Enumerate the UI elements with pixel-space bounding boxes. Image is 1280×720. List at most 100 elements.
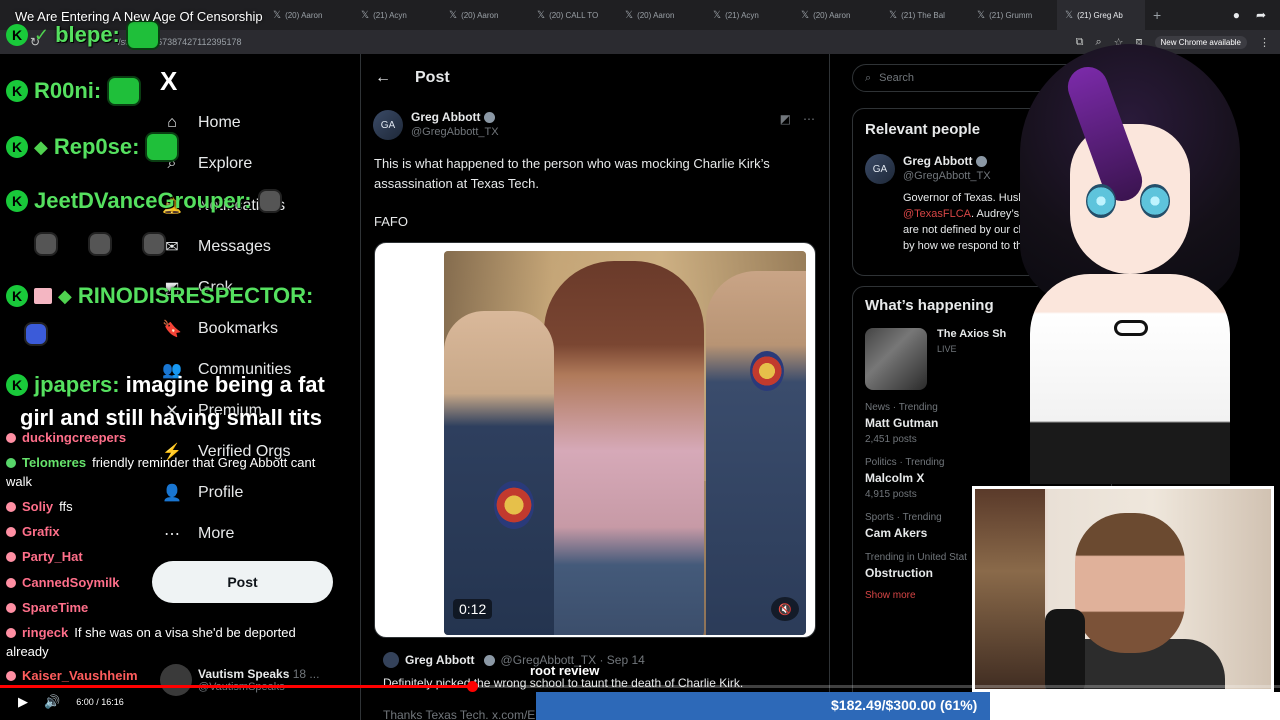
emote-icon bbox=[24, 322, 48, 346]
emote-icon bbox=[34, 232, 58, 256]
chat-message: SpareTime bbox=[6, 600, 88, 615]
chat-message: walk bbox=[6, 474, 33, 489]
avatar[interactable] bbox=[383, 652, 399, 668]
search-icon: ⌕ bbox=[865, 71, 872, 84]
browser-tab[interactable]: 𝕏 (20) Aaron bbox=[265, 0, 353, 30]
chat-message: Kjpapers: imagine being a fat bbox=[6, 372, 325, 398]
post-button[interactable]: Post bbox=[152, 561, 333, 603]
kick-badge-icon: K bbox=[6, 136, 28, 158]
browser-tab[interactable]: 𝕏 (21) The Bal bbox=[881, 0, 969, 30]
mute-icon[interactable]: 🔇 bbox=[771, 597, 799, 621]
checkmark-badge-icon: ✓ bbox=[34, 24, 50, 45]
gift-badge-icon bbox=[34, 288, 52, 304]
chat-message: K ◆ Rep0se: bbox=[6, 132, 180, 162]
avatar[interactable]: GA bbox=[373, 110, 403, 140]
x-logo-icon: 𝕏 bbox=[977, 9, 986, 21]
verified-badge-icon bbox=[483, 654, 495, 666]
back-arrow-icon[interactable]: ← bbox=[375, 69, 391, 87]
volume-icon[interactable]: 🔊 bbox=[44, 694, 60, 710]
more-options-icon[interactable]: ⋯ bbox=[803, 112, 815, 126]
donation-goal-text: $182.49/$300.00 (61%) bbox=[831, 697, 978, 713]
donation-goal-bar: $182.49/$300.00 (61%) bbox=[536, 692, 1280, 720]
stream-title: We Are Entering A New Age Of Censorship bbox=[15, 9, 263, 24]
emote-icon bbox=[142, 232, 166, 256]
kick-badge-icon: K bbox=[6, 374, 28, 396]
chat-message: Grafix bbox=[6, 524, 60, 539]
emote-icon bbox=[88, 232, 112, 256]
chat-message: Kaiser_Vaushheim bbox=[6, 668, 138, 683]
new-tab-icon[interactable]: + bbox=[1145, 7, 1169, 23]
x-logo-icon: 𝕏 bbox=[713, 9, 722, 21]
verified-badge-icon bbox=[483, 112, 495, 124]
video-frame[interactable] bbox=[444, 251, 806, 635]
browser-tab[interactable]: 𝕏 (20) Aaron bbox=[793, 0, 881, 30]
streamer-face bbox=[1075, 513, 1185, 653]
x-logo-icon: 𝕏 bbox=[537, 9, 546, 21]
post-author[interactable]: GA Greg Abbott @GregAbbott_TX bbox=[373, 110, 499, 140]
scrubber-handle[interactable] bbox=[467, 681, 479, 692]
x-logo-icon: 𝕏 bbox=[801, 9, 810, 21]
x-logo-icon: 𝕏 bbox=[273, 9, 282, 21]
author-name[interactable]: Greg Abbott bbox=[411, 110, 481, 124]
more-icon: ⋯ bbox=[164, 526, 180, 543]
nav-bookmarks[interactable]: 🔖 Bookmarks bbox=[162, 319, 278, 339]
vtuber-avatar bbox=[990, 34, 1270, 484]
reply-author-name[interactable]: Greg Abbott bbox=[405, 653, 475, 667]
chat-message: K ◆ RINODISRESPECTOR: bbox=[6, 283, 313, 309]
post-text: This is what happened to the person who … bbox=[374, 156, 770, 191]
nav-more[interactable]: ⋯ More bbox=[162, 524, 234, 544]
playback-time: 6:00 / 16:16 bbox=[76, 697, 124, 707]
ribbon-icon bbox=[1114, 320, 1148, 336]
chat-message: Soliy ffs bbox=[6, 499, 73, 514]
share-icon[interactable]: ➦ bbox=[1256, 8, 1266, 22]
verified-badge-icon bbox=[975, 156, 987, 168]
trend-thumbnail bbox=[865, 328, 927, 390]
webcam-feed bbox=[972, 486, 1274, 692]
chat-message: Telomeres friendly reminder that Greg Abb… bbox=[6, 455, 315, 470]
page-title: Post bbox=[415, 69, 450, 86]
stream-caption: root review bbox=[530, 663, 600, 678]
author-handle[interactable]: @GregAbbott_TX bbox=[411, 126, 499, 138]
x-logo-icon: 𝕏 bbox=[449, 9, 458, 21]
bio-link[interactable]: @TexasFLCA bbox=[903, 208, 971, 220]
browser-tab[interactable]: 𝕏 (21) Acyn bbox=[705, 0, 793, 30]
nav-profile[interactable]: 👤 Profile bbox=[162, 483, 243, 503]
emote-icon bbox=[125, 20, 160, 50]
x-logo[interactable]: X bbox=[160, 66, 177, 97]
browser-tab[interactable]: 𝕏 (20) CALL TO bbox=[529, 0, 617, 30]
nav-home[interactable]: ⌂ Home bbox=[162, 114, 241, 132]
home-icon: ⌂ bbox=[167, 114, 177, 131]
play-icon[interactable]: ▶ bbox=[18, 694, 28, 710]
kick-badge-icon: K bbox=[6, 285, 28, 307]
chat-message: K R00ni: bbox=[6, 76, 142, 106]
post-column: ← Post GA Greg Abbott @GregAbbott_TX ◩ ⋯… bbox=[360, 54, 830, 720]
playback-progress[interactable] bbox=[0, 681, 1280, 692]
browser-tab[interactable]: 𝕏 (20) Aaron bbox=[617, 0, 705, 30]
browser-tab[interactable]: 𝕏 (21) Acyn bbox=[353, 0, 441, 30]
eye-icon bbox=[1086, 184, 1116, 218]
chat-message: CannedSoymilk bbox=[6, 575, 120, 590]
x-logo-icon: 𝕏 bbox=[361, 9, 370, 21]
browser-tab-active[interactable]: 𝕏 (21) Greg Ab bbox=[1057, 0, 1145, 30]
profile-icon[interactable]: ● bbox=[1233, 8, 1240, 22]
x-logo-icon: 𝕏 bbox=[1065, 9, 1074, 21]
gem-badge-icon: ◆ bbox=[58, 285, 72, 306]
nav-messages[interactable]: ✉ Messages bbox=[162, 237, 271, 257]
video-player[interactable]: 0:12 🔇 bbox=[374, 242, 816, 638]
video-time: 0:12 bbox=[453, 599, 493, 619]
emote-icon bbox=[107, 76, 142, 106]
microphone-icon bbox=[1045, 609, 1085, 689]
emote-row bbox=[24, 322, 48, 346]
police-patch-icon bbox=[750, 351, 784, 391]
quoted-reply-header[interactable]: Greg Abbott @GregAbbott_TX · Sep 14 bbox=[383, 652, 645, 668]
post-text-line2: FAFO bbox=[374, 214, 408, 229]
chat-message: already bbox=[6, 644, 49, 659]
browser-tab[interactable]: 𝕏 (20) Aaron bbox=[441, 0, 529, 30]
browser-tab[interactable]: 𝕏 (21) Grumm bbox=[969, 0, 1057, 30]
avatar[interactable]: GA bbox=[865, 154, 895, 184]
person-icon: 👤 bbox=[162, 485, 182, 502]
grok-explain-icon[interactable]: ◩ bbox=[780, 112, 791, 126]
x-logo-icon: 𝕏 bbox=[625, 9, 634, 21]
chat-message: K ✓ blepe: bbox=[6, 20, 160, 50]
x-logo-icon: 𝕏 bbox=[889, 9, 898, 21]
